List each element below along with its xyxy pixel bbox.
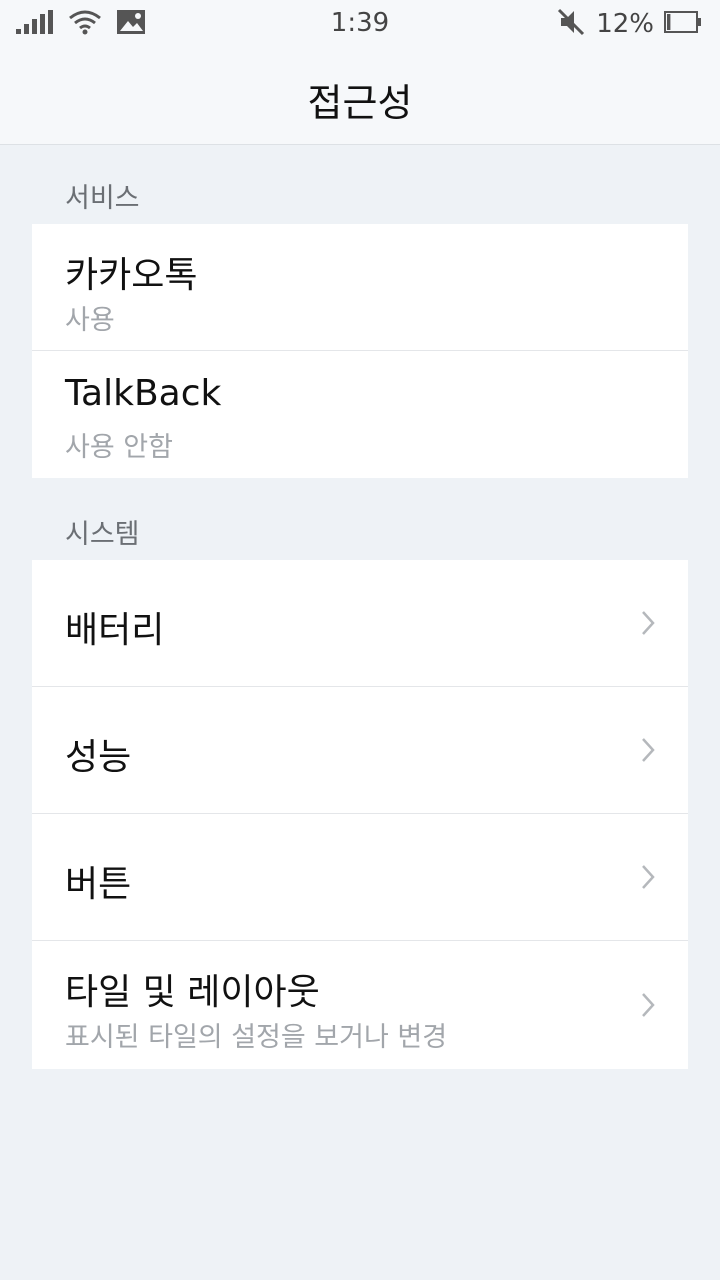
chevron-right-icon bbox=[642, 611, 655, 635]
status-right-icons: 12% bbox=[556, 8, 702, 40]
chevron-right-icon bbox=[642, 865, 655, 889]
list-item-battery[interactable]: 배터리 bbox=[32, 560, 688, 687]
list-item-title: 버튼 bbox=[65, 864, 132, 905]
list-item-tiles-layout[interactable]: 타일 및 레이아웃 표시된 타일의 설정을 보거나 변경 bbox=[32, 941, 688, 1069]
list-item-kakaotalk[interactable]: 카카오톡 사용 bbox=[32, 224, 688, 351]
list-item-subtitle: 표시된 타일의 설정을 보거나 변경 bbox=[65, 1022, 448, 1053]
list-item-buttons[interactable]: 버튼 bbox=[32, 814, 688, 941]
battery-percent: 12% bbox=[596, 9, 654, 39]
section-label-services: 서비스 bbox=[65, 183, 140, 214]
chevron-right-icon bbox=[642, 993, 655, 1017]
list-item-title: 성능 bbox=[65, 737, 132, 778]
services-card: 카카오톡 사용 TalkBack 사용 안함 bbox=[32, 224, 688, 478]
list-item-subtitle: 사용 bbox=[65, 305, 115, 336]
list-item-title: 카카오톡 bbox=[65, 255, 198, 296]
battery-icon bbox=[664, 11, 702, 37]
list-item-subtitle: 사용 안함 bbox=[65, 432, 173, 463]
list-item-title: TalkBack bbox=[65, 373, 222, 414]
status-bar: 1:39 12% bbox=[0, 0, 720, 50]
page-title: 접근성 bbox=[307, 81, 413, 125]
list-item-title: 타일 및 레이아웃 bbox=[65, 972, 320, 1013]
mute-icon bbox=[556, 7, 586, 41]
section-label-system: 시스템 bbox=[65, 519, 140, 550]
list-item-title: 배터리 bbox=[65, 610, 165, 651]
list-item-performance[interactable]: 성능 bbox=[32, 687, 688, 814]
chevron-right-icon bbox=[642, 738, 655, 762]
title-bar: 접근성 bbox=[0, 50, 720, 145]
list-item-talkback[interactable]: TalkBack 사용 안함 bbox=[32, 351, 688, 478]
system-card: 배터리 성능 버튼 타일 및 레이아웃 표시된 타일의 설정을 보거나 변경 bbox=[32, 560, 688, 1069]
